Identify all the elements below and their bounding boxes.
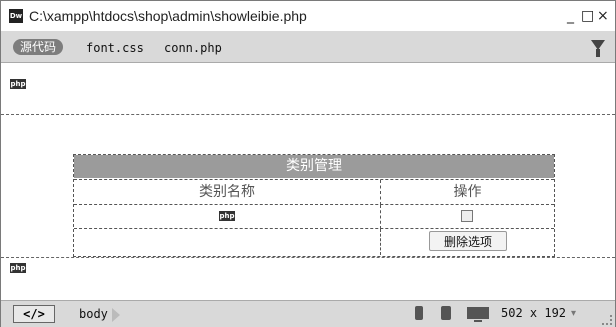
related-file-conn-php[interactable]: conn.php: [164, 41, 222, 55]
window-title: C:\xampp\htdocs\shop\admin\showleibie.ph…: [29, 8, 307, 24]
php-cell: php: [74, 205, 381, 229]
delete-checkbox[interactable]: [461, 210, 473, 222]
related-file-font-css[interactable]: font.css: [86, 41, 144, 55]
related-files-bar: 源代码 font.css conn.php: [1, 32, 615, 63]
viewport-size[interactable]: 502 x 192: [501, 306, 566, 320]
category-table: 类别管理 类别名称 操作 php 删除选项: [73, 154, 555, 257]
code-view-icon[interactable]: </>: [13, 305, 55, 323]
status-bar: </> body 502 x 192 ▾: [1, 300, 615, 327]
dashed-divider: [1, 257, 615, 258]
dreamweaver-window: Dw C:\xampp\htdocs\shop\admin\showleibie…: [0, 0, 616, 327]
column-header-action: 操作: [453, 184, 482, 200]
desktop-view-icon[interactable]: [467, 307, 489, 322]
chevron-down-icon[interactable]: ▾: [571, 308, 576, 319]
source-code-tab[interactable]: 源代码: [13, 39, 64, 55]
delete-options-button[interactable]: 删除选项: [429, 231, 507, 251]
empty-cell: [74, 229, 381, 255]
filter-icon[interactable]: [591, 40, 605, 57]
php-marker-icon[interactable]: php: [10, 79, 26, 89]
resize-grip-icon[interactable]: [602, 315, 612, 325]
checkbox-cell: [381, 205, 554, 229]
table-row: 删除选项: [74, 228, 554, 255]
php-marker-icon[interactable]: php: [10, 263, 26, 273]
table-title: 类别管理: [74, 155, 554, 178]
button-cell: 删除选项: [381, 229, 554, 255]
table-row: php: [74, 204, 554, 229]
mobile-view-icon[interactable]: [415, 306, 423, 320]
dashed-divider: [1, 114, 615, 115]
minimize-button[interactable]: _: [567, 8, 574, 24]
php-marker-icon[interactable]: php: [219, 211, 235, 221]
close-button[interactable]: ×: [597, 8, 609, 24]
column-header-category-name: 类别名称: [74, 180, 381, 205]
table-header-row: 类别名称 操作: [74, 179, 554, 205]
body-tag-selector[interactable]: body: [79, 307, 120, 322]
tablet-view-icon[interactable]: [441, 306, 451, 320]
maximize-button[interactable]: □: [581, 8, 594, 24]
title-bar: Dw C:\xampp\htdocs\shop\admin\showleibie…: [1, 1, 615, 32]
dreamweaver-icon: Dw: [9, 9, 23, 23]
